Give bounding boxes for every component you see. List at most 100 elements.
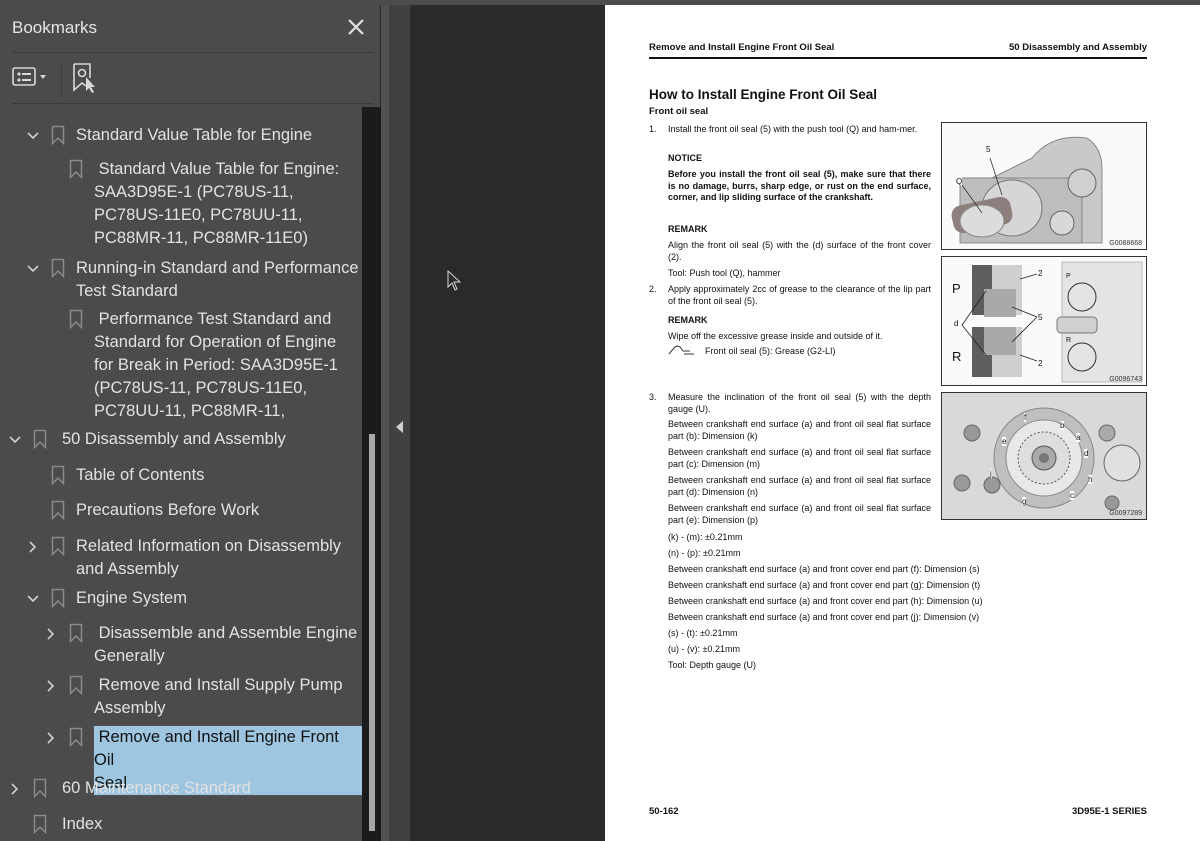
callout-label: b — [1060, 421, 1065, 430]
bookmark-label: Disassemble and Assemble Engine Generall… — [94, 624, 358, 665]
callout-label: 2 — [1038, 359, 1043, 368]
figure-code: G0097289 — [1109, 510, 1142, 517]
callout-label: R — [1066, 337, 1072, 344]
measure-line: Between crankshaft end surface (a) and f… — [668, 419, 931, 441]
tolerance-line: (n) - (p): ±0.21mm — [668, 548, 741, 558]
divider — [12, 52, 374, 53]
section-subtitle: Front oil seal — [649, 106, 709, 117]
chevron-down-icon[interactable] — [26, 129, 40, 143]
callout-label: a — [1076, 433, 1081, 442]
callout-label: f — [1024, 413, 1027, 422]
measure-line: Between crankshaft end surface (a) and f… — [668, 564, 980, 574]
page-number: 50-162 — [649, 806, 679, 817]
collapse-left-arrow-icon — [396, 421, 403, 433]
bookmark-icon — [51, 465, 65, 485]
callout-label: e — [1002, 437, 1007, 446]
chevron-down-icon[interactable] — [26, 262, 40, 276]
chevron-right-icon[interactable] — [26, 540, 40, 554]
series-label: 3D95E-1 SERIES — [1072, 806, 1147, 817]
engine-front-illustration — [942, 123, 1146, 249]
front-cover-measurement-illustration — [942, 393, 1146, 519]
callout-label: 2 — [1038, 269, 1043, 278]
callout-label: d — [1084, 449, 1089, 458]
chevron-right-icon[interactable] — [8, 782, 22, 796]
step2-text: Apply approximately 2cc of grease to the… — [668, 284, 931, 306]
remark-label: REMARK — [668, 315, 708, 325]
bookmarks-scrollbar-thumb[interactable] — [369, 434, 375, 831]
figure-grease: P R 2 2 d 5 P R G0096743 — [941, 256, 1147, 386]
bookmark-icon — [69, 675, 83, 695]
callout-label: h — [1088, 475, 1093, 484]
panel-title: Bookmarks — [12, 18, 98, 37]
figure-code: G0096743 — [1109, 376, 1142, 383]
step-number: 2. — [649, 284, 657, 294]
close-icon — [348, 19, 364, 35]
pdf-page: Remove and Install Engine Front Oil Seal… — [605, 5, 1200, 841]
chevron-right-icon[interactable] — [44, 731, 58, 745]
step-number: 1. — [649, 124, 657, 134]
tolerance-line: (s) - (t): ±0.21mm — [668, 628, 738, 638]
measure-line: Between crankshaft end surface (a) and f… — [668, 580, 981, 590]
tolerance-line: (k) - (m): ±0.21mm — [668, 532, 743, 542]
figure-push-tool: 5 Q G0088668 — [941, 122, 1147, 250]
callout-label: 5 — [1038, 313, 1043, 322]
section-title: How to Install Engine Front Oil Seal — [649, 87, 878, 102]
bookmark-tree: Standard Value Table for Engine Standard… — [0, 100, 362, 836]
close-panel-button[interactable] — [344, 15, 368, 39]
callout-label: j — [990, 469, 992, 478]
page-header-right: 50 Disassembly and Assembly — [1009, 42, 1147, 53]
toolbar-divider — [61, 65, 62, 97]
chevron-down-icon[interactable] — [26, 592, 40, 606]
chevron-down-icon[interactable] — [8, 433, 22, 447]
bookmark-icon — [69, 159, 83, 179]
callout-label: g — [1022, 497, 1027, 506]
bookmark-label: Standard Value Table for Engine: SAA3D95… — [94, 160, 340, 247]
chevron-right-icon[interactable] — [44, 679, 58, 693]
panel-splitter[interactable] — [381, 5, 389, 841]
tool-text: Tool: Depth gauge (U) — [668, 660, 757, 670]
step3-text: Measure the inclination of the front oil… — [668, 392, 931, 414]
bookmark-icon — [51, 258, 65, 278]
callout-label: P — [952, 281, 961, 296]
bookmark-label: Table of Contents — [76, 466, 205, 484]
callout-label: c — [1070, 491, 1074, 500]
bookmark-icon — [51, 588, 65, 608]
bookmark-icon — [51, 125, 65, 145]
bookmark-icon — [69, 727, 83, 747]
grease-text: Front oil seal (5): Grease (G2-LI) — [705, 346, 836, 356]
bookmark-label: Remove and Install Supply Pump Assembly — [94, 676, 343, 717]
bookmark-label: Engine System — [76, 589, 187, 607]
seal-cross-section-illustration — [942, 257, 1146, 385]
list-options-icon — [12, 67, 46, 86]
bookmark-icon — [33, 778, 47, 798]
callout-label: R — [952, 349, 962, 364]
remark-label: REMARK — [668, 224, 708, 234]
bookmark-icon — [69, 623, 83, 643]
bookmark-icon — [33, 429, 47, 449]
callout-label: P — [1066, 273, 1071, 280]
tolerance-line: (u) - (v): ±0.21mm — [668, 644, 740, 654]
bookmark-label: 50 Disassembly and Assembly — [62, 430, 286, 448]
chevron-right-icon[interactable] — [44, 627, 58, 641]
figure-depth-gauge: f b a e d j h g c G0097289 — [941, 392, 1147, 520]
notice-label: NOTICE — [668, 153, 703, 163]
bookmark-icon — [33, 814, 47, 834]
grease-gun-icon — [668, 345, 694, 355]
find-current-bookmark-button[interactable] — [72, 62, 100, 94]
bookmark-icon — [51, 536, 65, 556]
remark-text: Wipe off the excessive grease inside and… — [668, 331, 883, 341]
bookmark-label: Running-in Standard and Performance Test… — [76, 259, 359, 300]
bookmark-label: 60 Maintenance Standard — [62, 779, 251, 797]
measure-line: Between crankshaft end surface (a) and f… — [668, 447, 931, 469]
tool-text: Tool: Push tool (Q), hammer — [668, 268, 781, 278]
measure-line: Between crankshaft end surface (a) and f… — [668, 596, 983, 606]
step1-text: Install the front oil seal (5) with the … — [668, 124, 918, 134]
measure-line: Between crankshaft end surface (a) and f… — [668, 612, 980, 622]
step-number: 3. — [649, 392, 657, 402]
mouse-pointer-icon — [447, 270, 461, 291]
bookmark-label: Performance Test Standard and Standard f… — [94, 310, 338, 420]
bookmark-options-button[interactable] — [12, 65, 52, 91]
page-header-left: Remove and Install Engine Front Oil Seal — [649, 42, 835, 53]
callout-label: d — [954, 319, 959, 328]
bookmark-icon — [69, 309, 83, 329]
